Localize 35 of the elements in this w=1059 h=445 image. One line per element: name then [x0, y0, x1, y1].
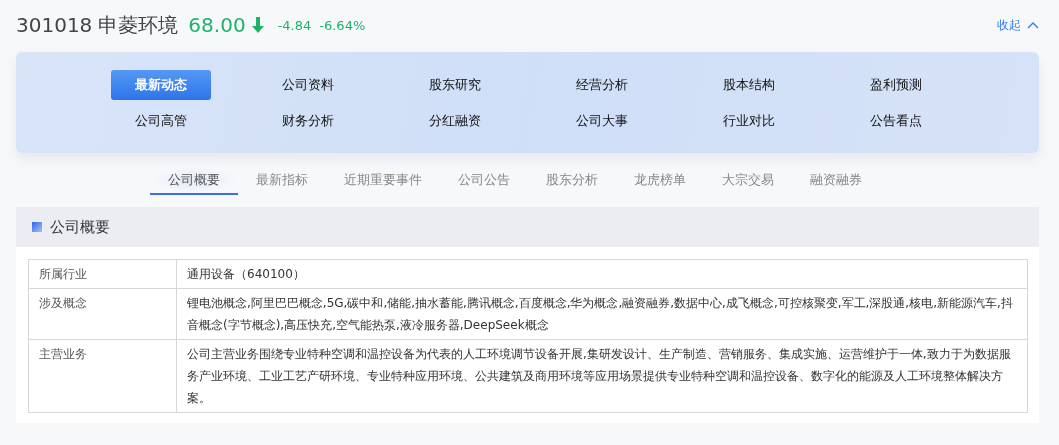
- row-value: 公司主营业务围绕专业特种空调和温控设备为代表的人工环境调节设备开展,集研发设计、生产制造、营销服务、集成实施、运营维护于一体,致力于为数据服务产业环境、工业工艺产研环境、专业特种应用环境、公共建筑及商用环境等应用场景提供专业特种空调和温控设备、数字化的能源及人工环境整体解决方案。: [176, 339, 1028, 413]
- row-label: 主营业务: [28, 339, 177, 413]
- stock-name: 申菱环境: [98, 11, 179, 39]
- tab[interactable]: 龙虎榜单: [615, 167, 704, 195]
- row-value: 锂电池概念,阿里巴巴概念,5G,碳中和,储能,抽水蓄能,腾讯概念,百度概念,华为概念,融资融券,数据中心,成飞概念,可控核聚变,军工,深股通,核电,新能源汽车,抖音概念(字节概念),高压快充,空气能热泵,液冷服务器,DeepSeek概念: [176, 288, 1028, 340]
- row-label: 所属行业: [28, 259, 177, 289]
- nav-item[interactable]: 股东研究: [405, 69, 505, 100]
- stock-code: 301018: [16, 13, 93, 37]
- tab[interactable]: 股东分析: [527, 167, 616, 195]
- stock-price: 68.00: [188, 13, 246, 37]
- collapse-link[interactable]: 收起: [997, 16, 1039, 34]
- nav-item[interactable]: 公司高管: [111, 105, 211, 136]
- tab[interactable]: 公司公告: [439, 167, 528, 195]
- tab[interactable]: 大宗交易: [703, 167, 792, 195]
- row-label: 涉及概念: [28, 288, 177, 340]
- tab[interactable]: 近期重要事件: [325, 167, 440, 195]
- tab[interactable]: 公司概要: [149, 167, 238, 195]
- nav-item[interactable]: 股本结构: [699, 69, 799, 100]
- nav-item[interactable]: 公司资料: [258, 69, 358, 100]
- tab[interactable]: 最新指标: [237, 167, 326, 195]
- nav-item[interactable]: 最新动态: [111, 69, 211, 100]
- tab[interactable]: 融资融券: [791, 167, 880, 195]
- nav-item[interactable]: 盈利预测: [846, 69, 946, 100]
- nav-item[interactable]: 公告看点: [846, 105, 946, 136]
- price-change-percent: -6.64%: [319, 17, 366, 33]
- chevron-up-icon: [1027, 21, 1039, 29]
- nav-item[interactable]: 经营分析: [552, 69, 652, 100]
- nav-item[interactable]: 行业对比: [699, 105, 799, 136]
- section-title: 公司概要: [50, 217, 110, 237]
- square-icon: [32, 222, 42, 232]
- row-value: 通用设备（640100）: [176, 259, 1028, 289]
- nav-item[interactable]: 财务分析: [258, 105, 358, 136]
- price-change: -4.84: [277, 17, 312, 33]
- nav-item[interactable]: 公司大事: [552, 105, 652, 136]
- nav-item[interactable]: 分红融资: [405, 105, 505, 136]
